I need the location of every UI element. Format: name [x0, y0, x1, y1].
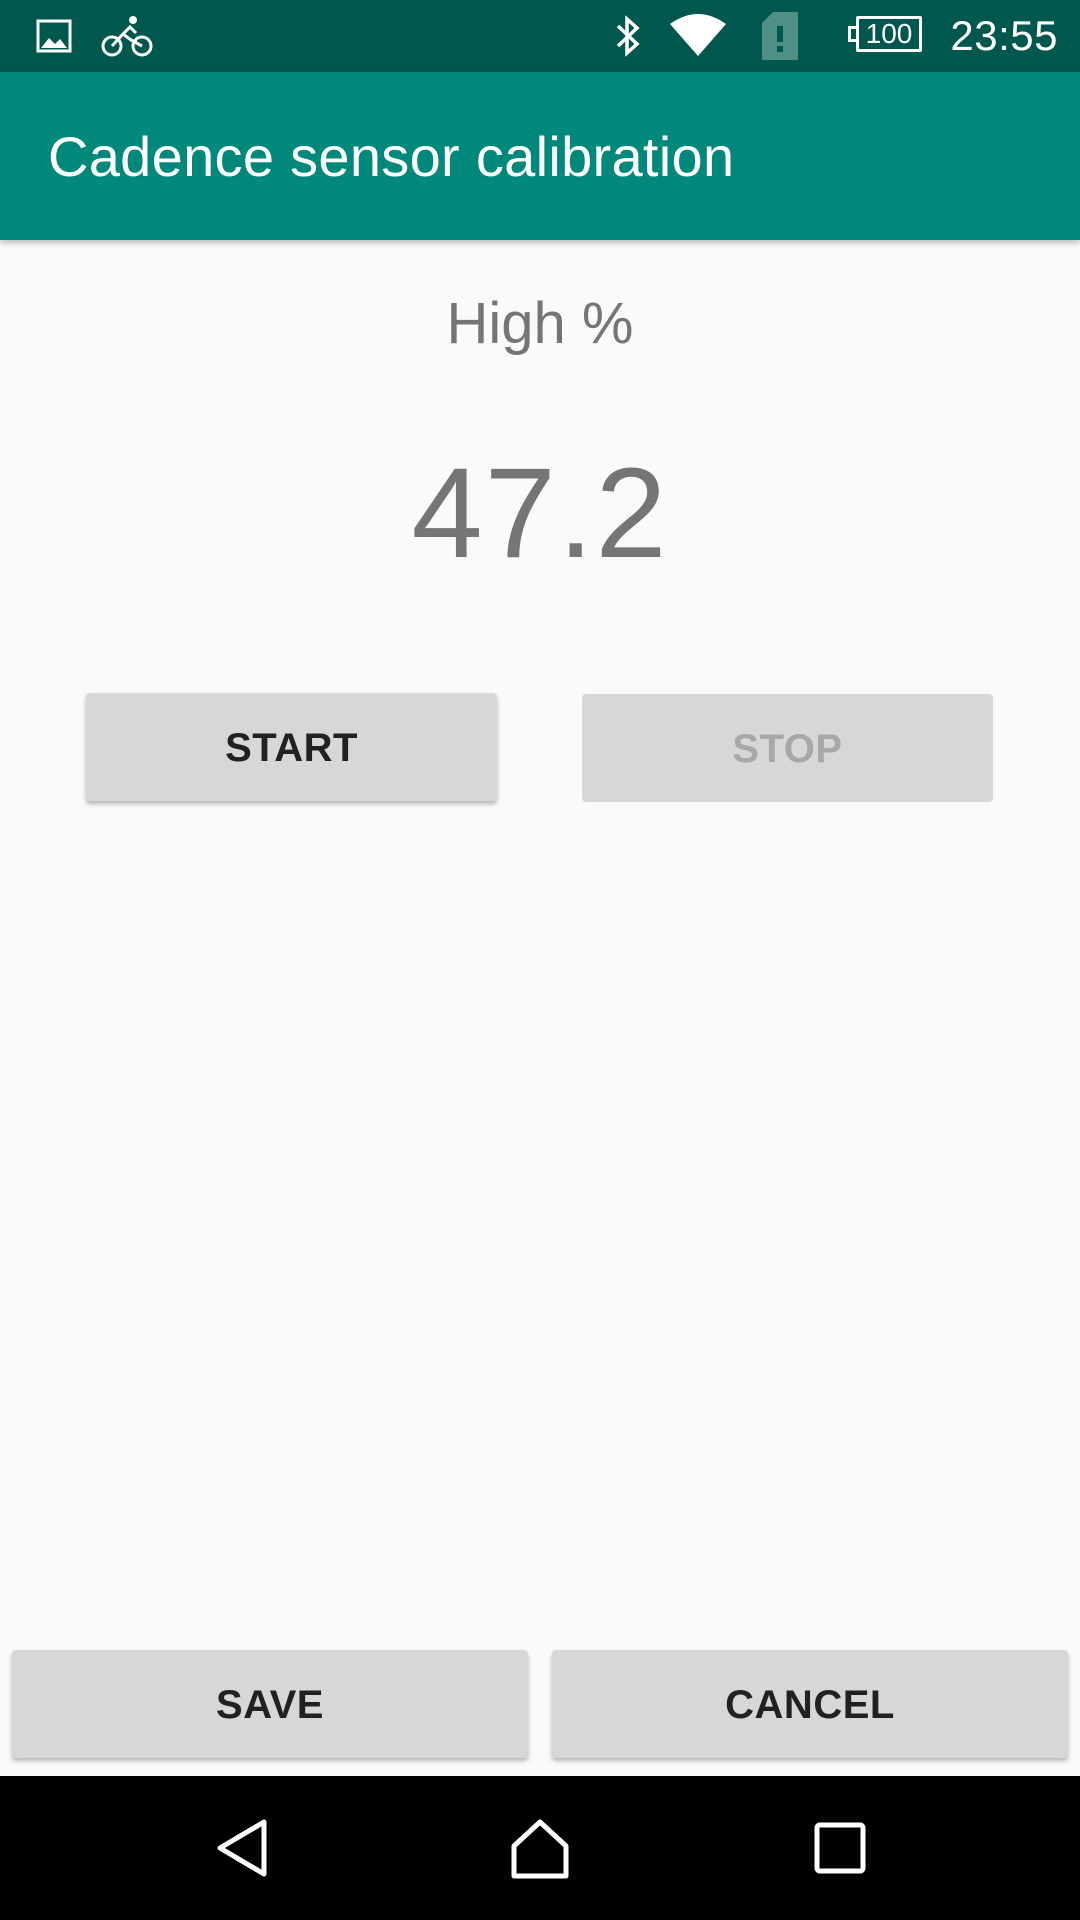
bike-icon	[100, 0, 154, 72]
image-icon	[34, 0, 74, 72]
page-title: Cadence sensor calibration	[48, 125, 735, 188]
wifi-icon	[668, 0, 728, 72]
battery-icon: 100	[846, 16, 926, 52]
stop-button[interactable]: STOP	[582, 694, 993, 802]
metric-value: 47.2	[411, 442, 669, 585]
sim-alert-icon	[760, 0, 800, 72]
save-button[interactable]: SAVE	[12, 1650, 528, 1758]
status-time: 23:55	[950, 12, 1058, 59]
app-bar: Cadence sensor calibration	[0, 72, 1080, 240]
bluetooth-icon	[610, 0, 646, 72]
cancel-button[interactable]: CANCEL	[552, 1650, 1068, 1758]
home-icon[interactable]	[468, 1776, 612, 1920]
navigation-bar	[0, 1776, 1080, 1920]
status-bar: 100 23:55	[0, 0, 1080, 72]
metric-label: High %	[446, 291, 634, 356]
back-icon[interactable]	[170, 1776, 314, 1920]
start-button[interactable]: START	[86, 693, 497, 801]
recents-icon[interactable]	[768, 1776, 912, 1920]
battery-level: 100	[865, 18, 913, 49]
